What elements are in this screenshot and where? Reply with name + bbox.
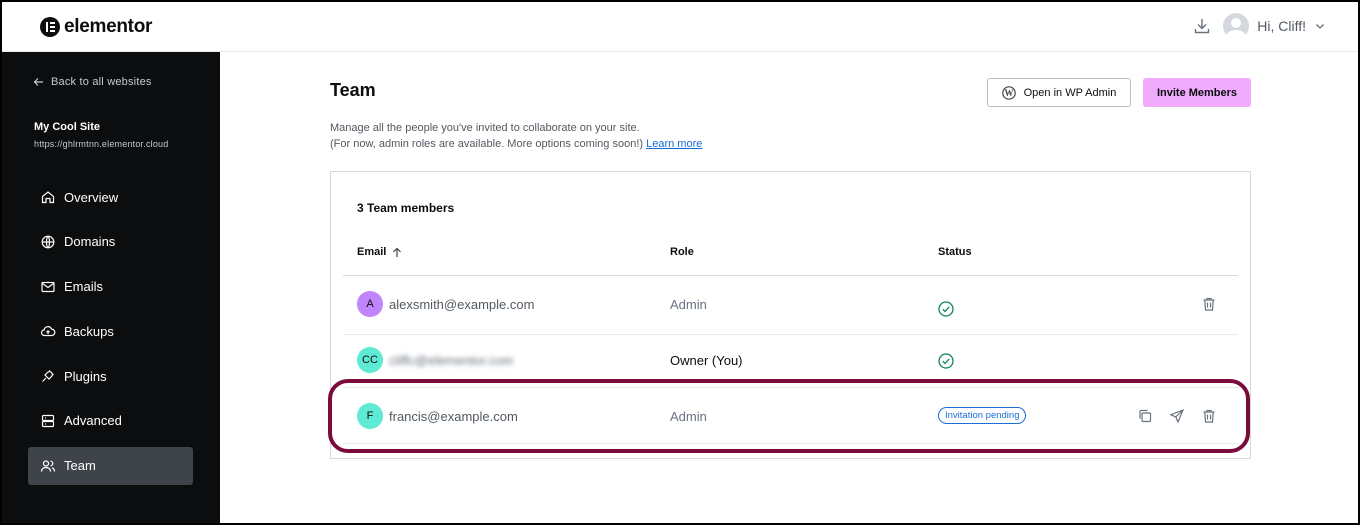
member-role: Admin	[670, 297, 707, 312]
page-description: Manage all the people you've invited to …	[330, 120, 702, 152]
table-row: F francis@example.com Admin Invitation p…	[343, 388, 1238, 444]
member-role: Owner (You)	[670, 353, 743, 368]
email-column-header[interactable]: Email	[357, 246, 402, 258]
sidebar-item-label: Team	[64, 458, 96, 474]
back-label: Back to all websites	[51, 76, 152, 88]
check-circle-icon	[938, 353, 954, 369]
elementor-logo-icon	[40, 17, 60, 37]
trash-icon[interactable]	[1201, 408, 1217, 424]
sidebar-item-emails[interactable]: Emails	[28, 268, 193, 306]
avatar: CC	[357, 347, 383, 373]
member-role: Admin	[670, 409, 707, 424]
cloud-icon	[40, 326, 56, 337]
mail-icon	[41, 281, 55, 292]
email-header-label: Email	[357, 246, 387, 258]
user-greeting[interactable]: Hi, Cliff!	[1257, 18, 1306, 34]
learn-more-link[interactable]: Learn more	[646, 138, 702, 150]
sidebar-item-label: Domains	[64, 234, 116, 250]
role-column-header: Role	[670, 246, 694, 258]
sidebar-item-advanced[interactable]: Advanced	[28, 402, 193, 440]
team-count: 3 Team members	[357, 201, 455, 215]
arrow-left-icon	[33, 78, 43, 86]
wordpress-icon: W	[1001, 85, 1016, 100]
trash-icon[interactable]	[1201, 296, 1217, 312]
copy-icon[interactable]	[1137, 408, 1153, 424]
sidebar-item-label: Plugins	[64, 368, 107, 384]
send-icon[interactable]	[1169, 408, 1185, 424]
member-email: francis@example.com	[389, 409, 518, 424]
sidebar-item-team[interactable]: Team	[28, 446, 193, 485]
site-url: https://ghlrmtnn.elementor.cloud	[34, 139, 169, 149]
page-title: Team	[330, 80, 376, 100]
user-avatar[interactable]	[1223, 13, 1250, 39]
sort-arrow-up-icon	[393, 247, 402, 257]
sidebar-nav: Overview Domains Emails Backups Plugins …	[28, 178, 193, 492]
open-wp-admin-button[interactable]: W Open in WP Admin	[987, 78, 1131, 107]
chevron-down-icon[interactable]	[1314, 20, 1326, 32]
table-row: A alexsmith@example.com Admin	[343, 276, 1238, 332]
server-icon	[41, 414, 55, 428]
site-name: My Cool Site	[34, 121, 101, 133]
status-badge: Invitation pending	[938, 407, 1027, 424]
team-members-card: 3 Team members Email Role Status A alexs…	[330, 171, 1251, 459]
top-bar: elementor Hi, Cliff!	[0, 0, 1360, 52]
sidebar-item-label: Emails	[64, 279, 104, 295]
plug-icon	[42, 370, 54, 383]
home-icon	[41, 191, 55, 204]
logo-text: elementor	[64, 16, 153, 37]
member-email: cliffc@elementor.com	[389, 353, 514, 368]
avatar: F	[357, 403, 383, 429]
invite-members-label: Invite Members	[1156, 86, 1238, 99]
invite-members-button[interactable]: Invite Members	[1143, 78, 1251, 107]
description-line-2: (For now, admin roles are available. Mor…	[330, 138, 644, 150]
sidebar-item-overview[interactable]: Overview	[28, 178, 193, 216]
elementor-logo[interactable]: elementor	[40, 16, 152, 38]
back-to-websites-link[interactable]: Back to all websites	[33, 76, 152, 88]
table-row: CC cliffc@elementor.com Owner (You)	[343, 334, 1238, 390]
svg-text:W: W	[1004, 88, 1013, 98]
avatar: A	[357, 291, 383, 317]
member-email: alexsmith@example.com	[389, 297, 535, 312]
status-column-header: Status	[938, 246, 972, 258]
sidebar-item-label: Overview	[64, 189, 119, 205]
sidebar-item-domains[interactable]: Domains	[28, 223, 193, 261]
globe-icon	[41, 235, 55, 249]
sidebar-item-label: Advanced	[64, 413, 122, 429]
row-divider	[343, 443, 1238, 444]
users-icon	[40, 460, 56, 472]
sidebar: Back to all websites My Cool Site https:…	[0, 52, 220, 525]
description-line-1: Manage all the people you've invited to …	[330, 122, 640, 134]
download-icon[interactable]	[1193, 17, 1211, 35]
check-circle-icon	[938, 301, 954, 317]
open-wp-admin-label: Open in WP Admin	[1023, 86, 1117, 99]
sidebar-item-backups[interactable]: Backups	[28, 312, 193, 350]
sidebar-item-plugins[interactable]: Plugins	[28, 357, 193, 395]
sidebar-item-label: Backups	[64, 323, 114, 339]
